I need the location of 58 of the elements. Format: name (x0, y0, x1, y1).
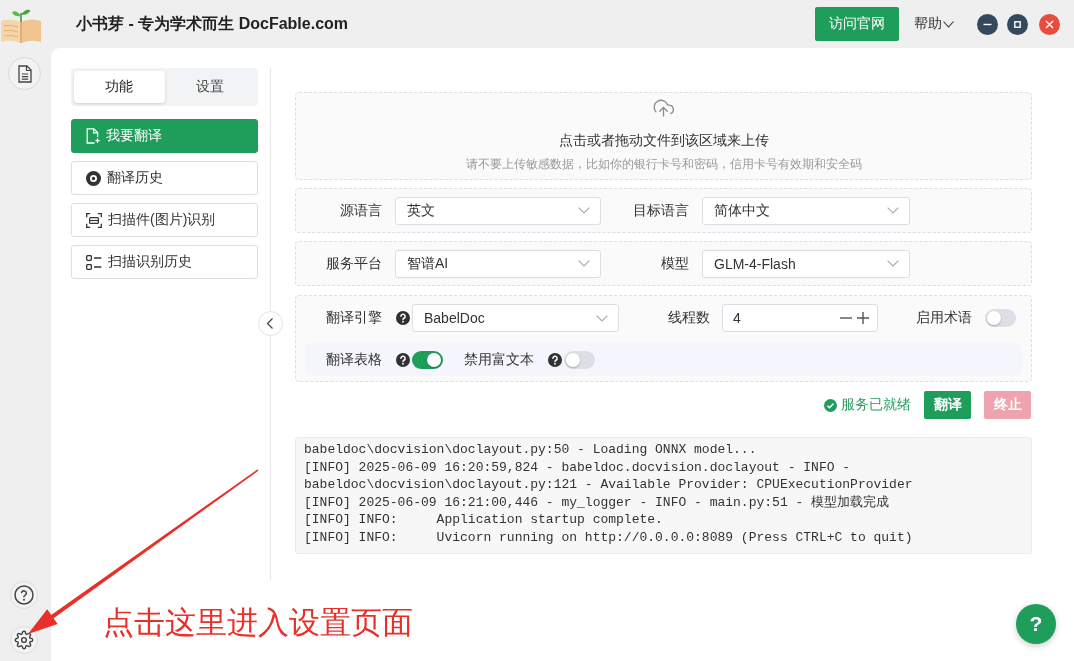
log-line: [INFO] 2025-06-09 16:21:00,446 - my_logger - INFO - main.py:51 - 模型加载完成 (304, 493, 891, 512)
help-icon[interactable] (10, 581, 38, 609)
log-line: [INFO] INFO: Application startup complete. (304, 511, 664, 529)
disc-icon (86, 170, 101, 186)
chevron-down-icon (887, 260, 899, 267)
log-line: babeldoc\docvision\doclayout.py:121 - Available Provider: CPUExecutionProvider (304, 476, 914, 494)
annotation-text: 点击这里进入设置页面 (103, 604, 413, 642)
scan-icon (86, 212, 102, 228)
toggle-switch[interactable] (985, 309, 1016, 327)
field-label: 模型 (660, 254, 689, 273)
upload-hint: 请不要上传敏感数据，比如你的银行卡号和密码，信用卡号有效期和安全码 (465, 156, 862, 172)
tab[interactable]: 设置 (164, 71, 255, 103)
help-icon[interactable] (548, 352, 562, 367)
select-field[interactable]: GLM-4-Flash (702, 249, 910, 278)
select-field[interactable]: BabelDoc (412, 304, 619, 332)
select-field[interactable]: 英文 (395, 196, 601, 225)
toggle-switch[interactable] (564, 350, 595, 369)
select-field[interactable]: 简体中文 (702, 196, 910, 225)
field-label: 翻译引擎 (325, 309, 382, 327)
settings-icon[interactable] (10, 626, 38, 654)
toggle-switch[interactable] (412, 350, 443, 369)
field-label: 线程数 (667, 309, 710, 327)
option-label: 翻译表格 (326, 350, 382, 369)
field-label: 服务平台 (325, 254, 382, 273)
tab[interactable]: 功能 (74, 71, 165, 103)
field-label: 启用术语 (915, 309, 972, 327)
upload-area[interactable]: 点击或者拖动文件到该区域来上传 请不要上传敏感数据，比如你的银行卡号和密码，信用卡号有效期和安全码 (295, 92, 1032, 180)
field-label: 目标语言 (632, 201, 689, 220)
chevron-down-icon (596, 314, 608, 322)
option-label: 禁用富文本 (464, 350, 534, 369)
help-icon[interactable] (396, 311, 410, 325)
nav-item[interactable]: 扫描识别历史 (71, 245, 258, 279)
minimize-icon[interactable] (977, 13, 998, 35)
nav-item[interactable]: 翻译历史 (71, 161, 258, 195)
field-label: 源语言 (339, 201, 382, 220)
chevron-down-icon (887, 207, 899, 214)
nav-item[interactable]: 扫描件(图片)识别 (71, 203, 258, 237)
cloud-upload-icon (652, 97, 675, 117)
upload-title: 点击或者拖动文件到该区域来上传 (558, 131, 769, 150)
log-line: [INFO] INFO: Uvicorn running on http://0.0.0.0:8089 (Press CTRL+C to quit) (304, 528, 914, 547)
number-input[interactable]: 4 (722, 304, 878, 332)
chevron-down-icon (943, 20, 954, 28)
window-title: 小书芽 - 专为学术而生 DocFable.com (76, 13, 349, 34)
list-icon (86, 254, 102, 270)
maximize-icon[interactable] (1007, 13, 1028, 35)
chevron-down-icon (578, 207, 590, 214)
file-plus-icon (86, 128, 100, 144)
log-line: babeldoc\docvision\doclayout.py:50 - Loading ONNX model... (304, 441, 758, 459)
document-icon[interactable] (7, 57, 41, 90)
book-logo-icon (0, 8, 42, 44)
select-field[interactable]: 智谱AI (395, 249, 601, 278)
close-icon[interactable] (1039, 13, 1060, 35)
help-icon[interactable] (396, 352, 410, 367)
chevron-down-icon (578, 260, 590, 267)
log-line: [INFO] 2025-06-09 16:20:59,824 - babeldoc.docvision.doclayout - INFO - (304, 458, 852, 477)
help-menu[interactable]: 帮助 (914, 15, 954, 33)
status-text: 服务已就绪 (841, 396, 911, 414)
plus-icon[interactable] (857, 312, 869, 324)
